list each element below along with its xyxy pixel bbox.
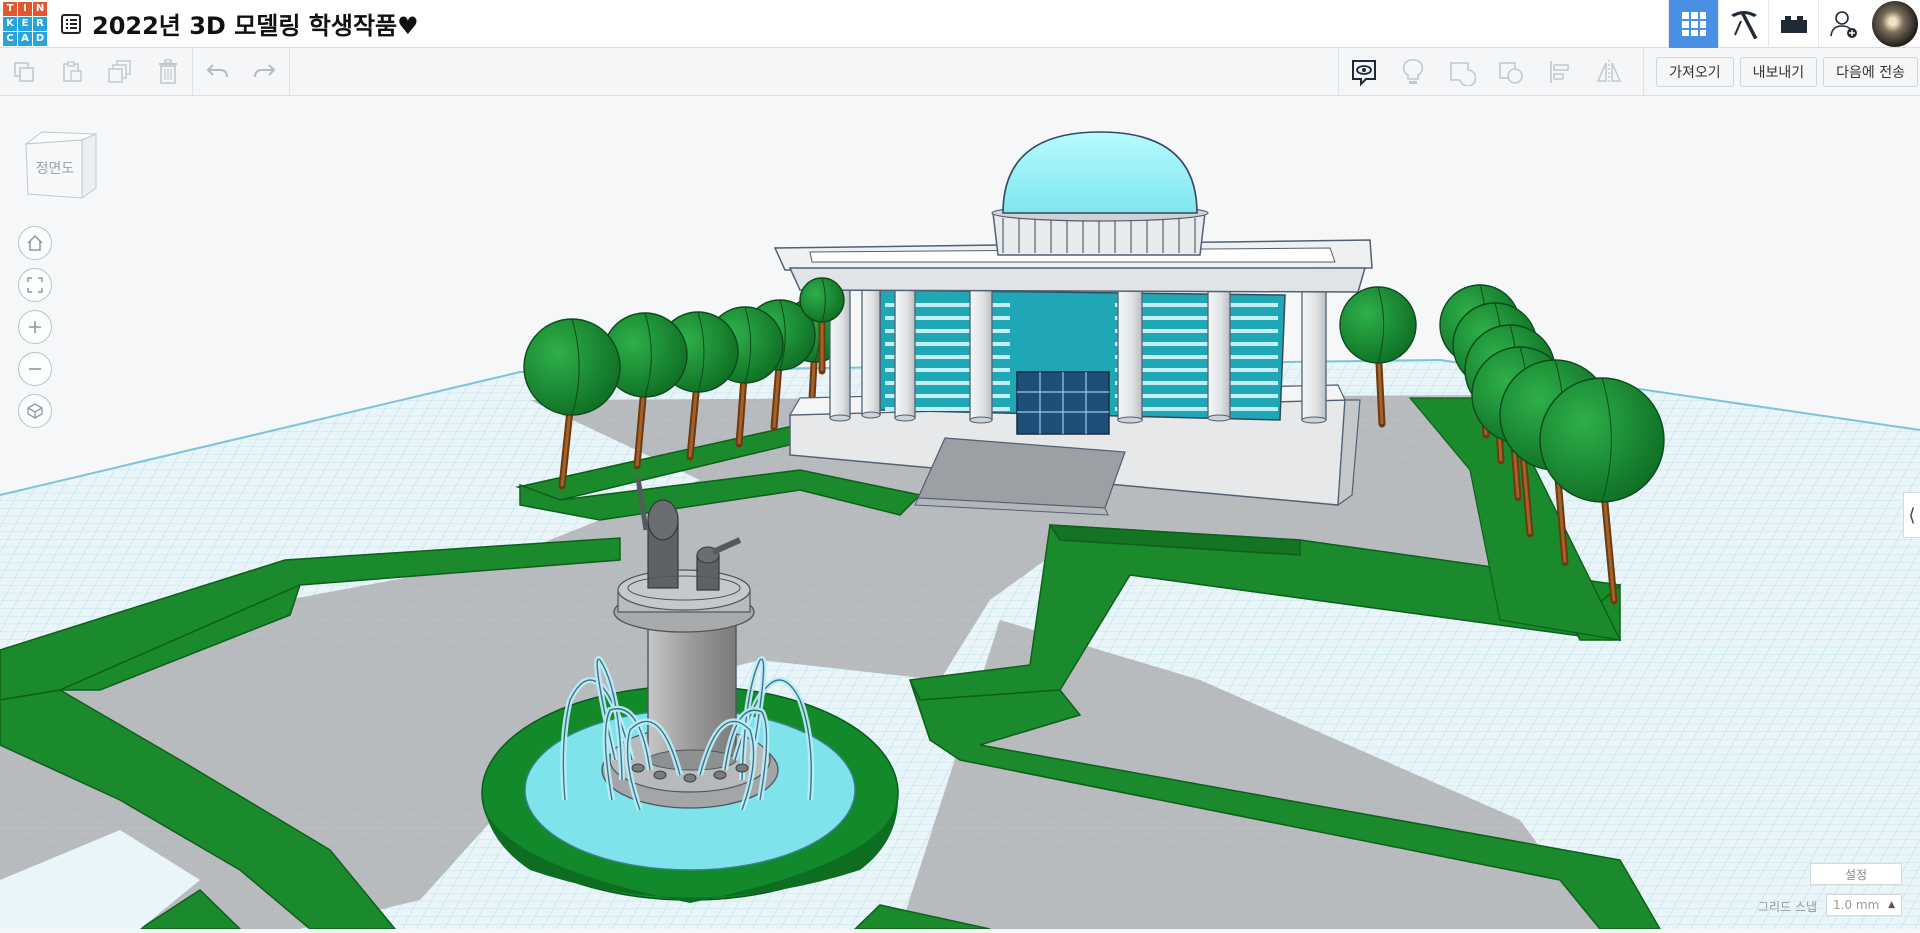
fit-icon: [27, 277, 43, 293]
duplicate-button[interactable]: [96, 48, 144, 96]
brick-icon: [1780, 16, 1807, 33]
logo-letter: T: [3, 1, 17, 16]
redo-button[interactable]: [241, 48, 289, 96]
copy-icon: [14, 62, 34, 82]
bricks-view-button[interactable]: [1768, 0, 1818, 48]
fit-view-button[interactable]: [18, 268, 52, 302]
toolbar-divider: [1643, 48, 1645, 96]
fountain-nozzle: [713, 770, 727, 780]
lightbulb-icon: [1402, 59, 1423, 84]
building-column: [1117, 289, 1143, 421]
design-title[interactable]: 2022년 3D 모델링 학생작품♥: [92, 6, 419, 41]
shape-tools: 가져오기 내보내기 다음에 전송: [1338, 48, 1920, 96]
logo-letter: K: [3, 16, 17, 31]
paste-button[interactable]: [48, 48, 96, 96]
fountain-nozzle: [653, 770, 667, 780]
group-button[interactable]: [1437, 48, 1486, 96]
tree-canopy: [799, 277, 845, 323]
logo-letter: C: [3, 31, 17, 46]
workplane-canvas[interactable]: [0, 96, 1920, 930]
mirror-icon: [1596, 60, 1621, 84]
undo-button[interactable]: [193, 48, 241, 96]
logo-letter: E: [18, 16, 32, 31]
undo-icon: [206, 64, 228, 78]
comment-eye-icon: [1351, 60, 1376, 86]
duplicate-icon: [108, 60, 131, 83]
notes-button[interactable]: [1339, 48, 1388, 96]
perspective-button[interactable]: [18, 394, 52, 428]
show-all-button[interactable]: [1388, 48, 1437, 96]
plus-icon: [29, 321, 41, 333]
home-icon: [27, 234, 43, 251]
invite-user-button[interactable]: [1818, 0, 1868, 48]
logo-letter: N: [33, 1, 47, 16]
column-base: [1117, 416, 1143, 424]
column-base: [829, 414, 851, 422]
edit-toolbar: 가져오기 내보내기 다음에 전송: [0, 48, 1920, 96]
minus-icon: [29, 368, 41, 370]
viewcube[interactable]: 정면도: [22, 128, 102, 208]
codeblocks-view-button[interactable]: [1718, 0, 1768, 48]
fountain-nozzle: [683, 773, 697, 783]
top-right-controls: [1668, 0, 1920, 48]
settings-button[interactable]: 설정: [1810, 863, 1902, 885]
user-avatar[interactable]: [1872, 1, 1918, 47]
viewcube-front-label[interactable]: 정면도: [30, 158, 80, 178]
building-column: [969, 289, 993, 421]
edit-tools: [0, 48, 290, 96]
logo-letter: I: [18, 1, 32, 16]
top-bar: TIN KER CAD 2022년 3D 모델링 학생작품♥: [0, 0, 1920, 48]
paste-icon: [63, 61, 82, 82]
grid-snap-label: 그리드 스냅: [1758, 900, 1818, 914]
grid-snap-select[interactable]: 1.0 mm ▲: [1826, 894, 1902, 916]
grid-snap-value: 1.0 mm: [1833, 898, 1880, 912]
building-column: [894, 289, 916, 419]
logo-letter: A: [18, 31, 32, 46]
design-title-area: 2022년 3D 모델링 학생작품♥: [60, 6, 419, 41]
shape-panel-toggle[interactable]: ⟨: [1903, 492, 1920, 538]
group-icon: [1449, 62, 1476, 86]
3d-design-view-button[interactable]: [1668, 0, 1718, 48]
column-base: [1301, 416, 1327, 424]
home-view-button[interactable]: [18, 226, 52, 260]
building-column: [861, 289, 881, 416]
zoom-in-button[interactable]: [18, 310, 52, 344]
column-base: [861, 411, 881, 419]
column-base: [969, 416, 993, 424]
align-icon: [1549, 61, 1569, 83]
column-base: [894, 414, 916, 422]
caret-up-icon: ▲: [1888, 900, 1895, 910]
ungroup-icon: [1498, 62, 1523, 84]
building-column: [1301, 289, 1327, 421]
grid-icon: [1681, 12, 1706, 36]
export-button[interactable]: 내보내기: [1739, 57, 1818, 87]
pickaxe-icon: [1730, 11, 1757, 39]
tree-canopy: [523, 318, 621, 416]
toolbar-divider: [289, 48, 290, 96]
send-to-button[interactable]: 다음에 전송: [1823, 57, 1918, 87]
workplane-viewport[interactable]: 정면도 ⟨ 설정 그리드 스냅 1.0 mm ▲: [0, 96, 1920, 930]
logo-letter: R: [33, 16, 47, 31]
redo-icon: [254, 64, 276, 78]
align-button[interactable]: [1535, 48, 1584, 96]
tree-canopy: [1339, 286, 1417, 364]
design-list-icon[interactable]: [60, 13, 82, 35]
delete-button[interactable]: [144, 48, 192, 96]
import-button[interactable]: 가져오기: [1656, 57, 1734, 87]
tree-canopy: [1539, 377, 1665, 503]
add-user-icon: [1829, 11, 1857, 38]
fountain-nozzle: [735, 763, 749, 773]
building-column: [1207, 289, 1231, 419]
zoom-out-button[interactable]: [18, 352, 52, 386]
tinkercad-logo[interactable]: TIN KER CAD: [2, 1, 48, 47]
cube-icon: [27, 403, 43, 419]
ungroup-button[interactable]: [1486, 48, 1535, 96]
fountain-nozzle: [631, 763, 645, 773]
chevron-left-icon: ⟨: [1908, 504, 1916, 526]
copy-button[interactable]: [0, 48, 48, 96]
logo-letter: D: [33, 31, 47, 46]
trash-icon: [159, 59, 177, 84]
mirror-button[interactable]: [1584, 48, 1633, 96]
column-base: [1207, 414, 1231, 422]
